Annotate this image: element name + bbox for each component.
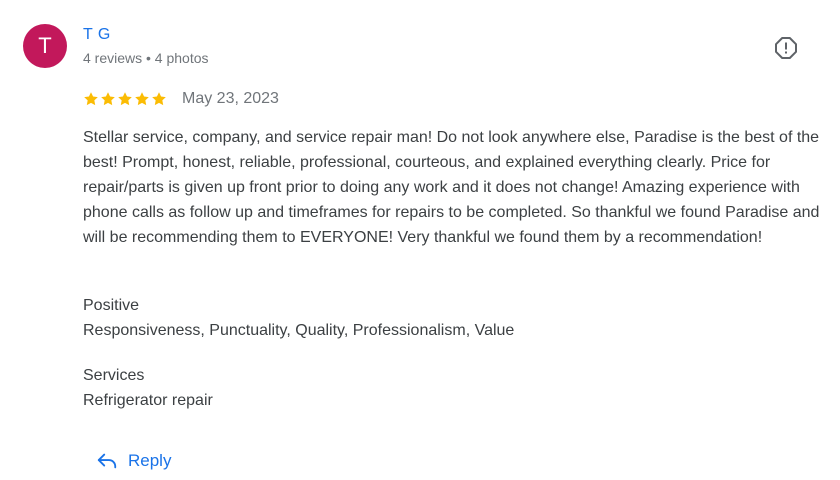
reply-icon: [97, 453, 117, 469]
positive-attributes: Responsiveness, Punctuality, Quality, Pr…: [83, 322, 515, 339]
star-icon: [101, 92, 115, 106]
star-icon: [118, 92, 132, 106]
review-date: May 23, 2023: [182, 90, 279, 107]
reply-button[interactable]: Reply: [88, 444, 179, 478]
services-value: Refrigerator repair: [83, 392, 213, 409]
reply-label: Reply: [128, 451, 172, 470]
author-name[interactable]: T G: [83, 26, 111, 44]
star-icon: [152, 92, 166, 106]
author-meta: 4 reviews • 4 photos: [83, 50, 209, 66]
rating-row: May 23, 2023: [83, 89, 279, 109]
review-card: T T G 4 reviews • 4 photos May 23, 2023 …: [0, 0, 840, 480]
services-heading: Services: [83, 367, 145, 384]
positive-heading: Positive: [83, 297, 140, 314]
star-rating: [83, 91, 167, 107]
report-icon[interactable]: [774, 36, 798, 60]
review-text: Stellar service, company, and service re…: [83, 129, 820, 246]
star-icon: [84, 92, 98, 106]
star-icon: [135, 92, 149, 106]
avatar[interactable]: T: [23, 24, 67, 68]
